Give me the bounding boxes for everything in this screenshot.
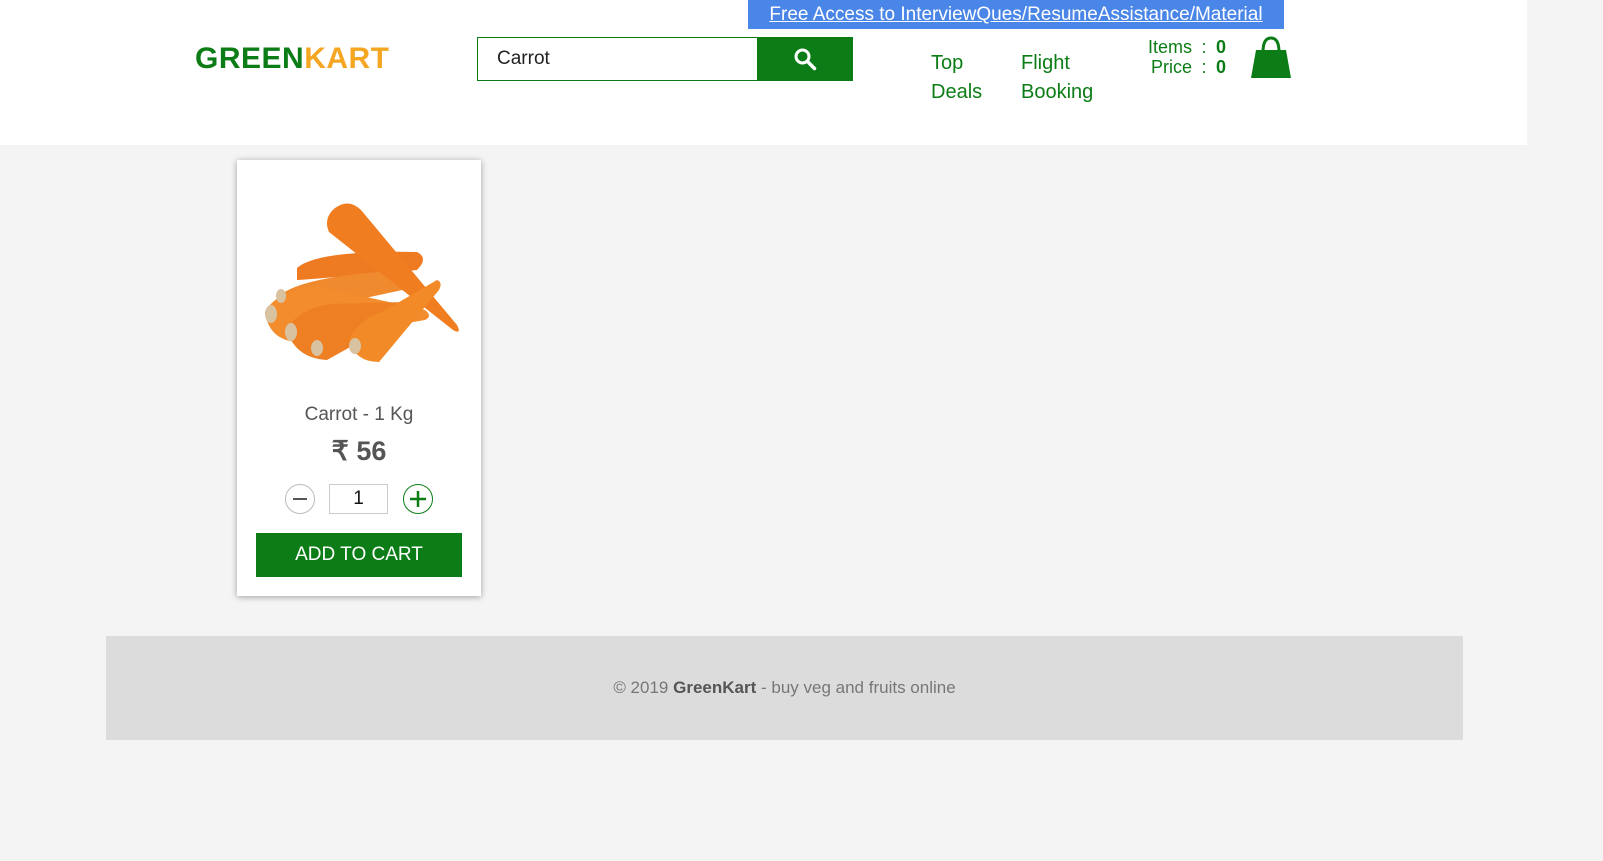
cart-price-value: 0 [1216, 57, 1227, 77]
cart-price-separator: : [1201, 57, 1207, 77]
quantity-stepper [237, 482, 481, 514]
header: Free Access to InterviewQues/ResumeAssis… [0, 0, 1527, 145]
footer: © 2019 GreenKart - buy veg and fruits on… [106, 636, 1463, 740]
product-name: Carrot - 1 Kg [304, 404, 414, 425]
shopping-bag-icon[interactable] [1250, 36, 1292, 80]
cart-items-separator: : [1201, 37, 1207, 57]
search-bar [477, 37, 853, 81]
footer-copyright: © 2019 [613, 678, 669, 697]
increment-button[interactable] [403, 484, 433, 514]
product-price: ₹ 56 [331, 436, 387, 466]
cart-price-label: Price [1150, 57, 1192, 77]
minus-icon [293, 498, 307, 500]
nav-top-deals-link[interactable]: Top Deals [931, 49, 991, 107]
logo-green-text: GREEN [195, 42, 305, 75]
nav-flight-booking-link[interactable]: Flight Booking [1021, 49, 1111, 107]
decrement-button[interactable] [285, 484, 315, 514]
logo-orange-text: KART [304, 42, 390, 75]
footer-brand: GreenKart [673, 678, 757, 697]
add-to-cart-button[interactable]: ADD TO CART [256, 533, 462, 577]
quantity-input[interactable] [329, 484, 388, 514]
search-button[interactable] [757, 37, 853, 81]
plus-icon [410, 491, 426, 507]
logo: GREENKART [195, 42, 390, 76]
cart-items-row: Items : 0 [1140, 37, 1230, 57]
promo-link[interactable]: Free Access to InterviewQues/ResumeAssis… [748, 0, 1284, 29]
product-card: Carrot - 1 Kg ₹ 56 ADD TO CART [237, 160, 481, 596]
search-input[interactable] [477, 37, 758, 81]
cart-items-value: 0 [1216, 37, 1227, 57]
carrot-product-image [265, 203, 459, 362]
cart-price-row: Price : 0 [1140, 57, 1230, 77]
search-icon [794, 48, 817, 71]
cart-items-label: Items [1147, 37, 1192, 57]
footer-tagline: - buy veg and fruits online [761, 678, 956, 697]
cart-summary: Items : 0 Price : 0 [1140, 37, 1230, 77]
